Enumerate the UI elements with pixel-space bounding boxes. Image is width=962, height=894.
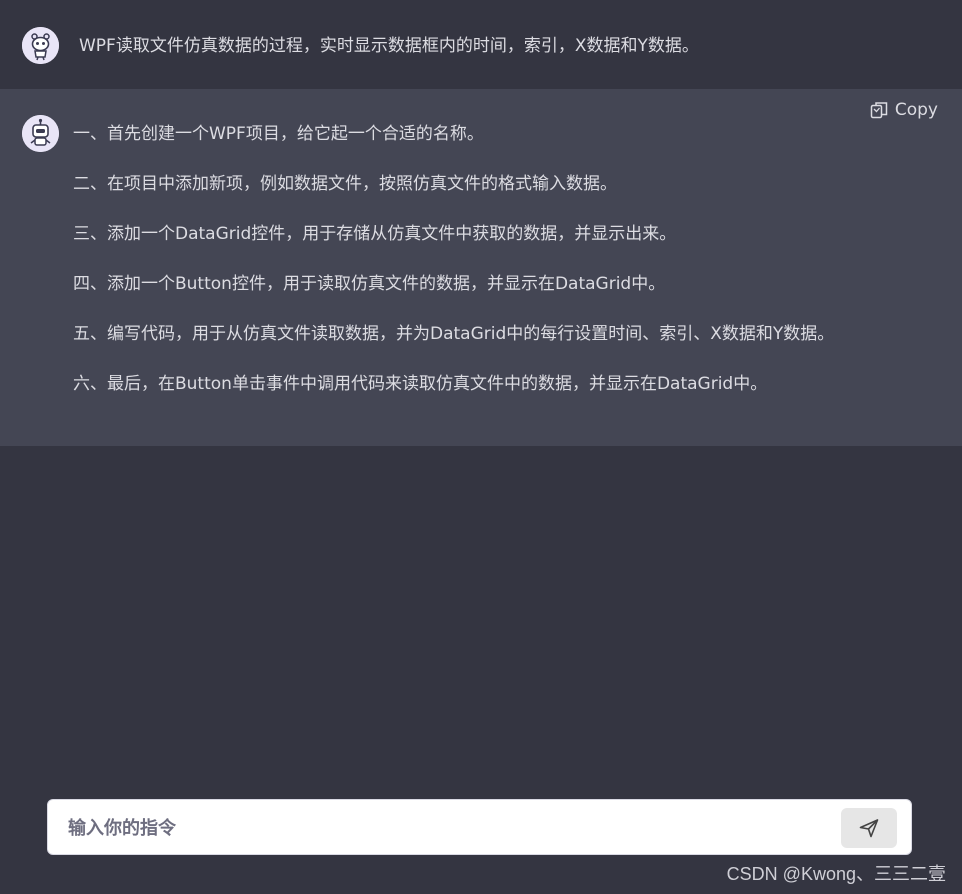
bot-avatar [22, 115, 59, 152]
user-message-row: WPF读取文件仿真数据的过程，实时显示数据框内的时间，索引，X数据和Y数据。 [0, 0, 962, 89]
robot-icon [22, 115, 59, 152]
answer-steps: 一、首先创建一个WPF项目，给它起一个合适的名称。 二、在项目中添加新项，例如数… [73, 123, 834, 423]
answer-step: 一、首先创建一个WPF项目，给它起一个合适的名称。 [73, 124, 484, 144]
answer-step: 二、在项目中添加新项，例如数据文件，按照仿真文件的格式输入数据。 [73, 174, 617, 194]
user-message-text: WPF读取文件仿真数据的过程，实时显示数据框内的时间，索引，X数据和Y数据。 [79, 36, 699, 56]
answer-step: 四、添加一个Button控件，用于读取仿真文件的数据，并显示在DataGrid中… [73, 274, 666, 294]
user-avatar [22, 27, 59, 64]
send-button[interactable] [841, 808, 897, 848]
robot-mascot-icon [22, 27, 59, 64]
watermark-text: CSDN @Kwong、三三二壹 [726, 864, 946, 884]
message-input[interactable] [66, 812, 830, 844]
copy-button-label: Copy [894, 100, 938, 120]
copy-button[interactable]: Copy [869, 100, 938, 120]
bot-message-row: Copy 一、首先创建一个WPF项目，给它起一个合适的名称。 二、在项目中添加新… [0, 89, 962, 446]
answer-step: 六、最后，在Button单击事件中调用代码来读取仿真文件中的数据，并显示在Dat… [73, 374, 768, 394]
copy-icon [870, 102, 888, 119]
message-composer [47, 799, 912, 855]
send-icon [859, 819, 879, 838]
answer-step: 三、添加一个DataGrid控件，用于存储从仿真文件中获取的数据，并显示出来。 [73, 224, 677, 244]
answer-step: 五、编写代码，用于从仿真文件读取数据，并为DataGrid中的每行设置时间、索引… [73, 324, 835, 344]
